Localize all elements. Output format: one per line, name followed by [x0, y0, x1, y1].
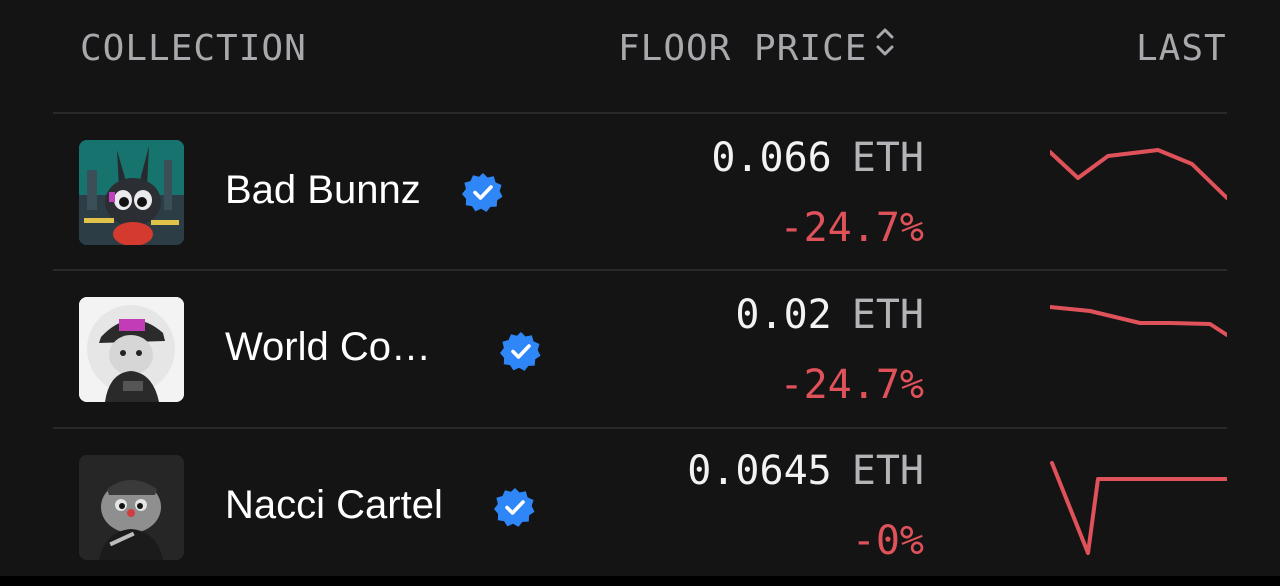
- floor-price-unit: ETH: [851, 292, 924, 338]
- verified-badge-icon: [500, 330, 542, 372]
- floor-price-column-header[interactable]: FLOOR PRICE: [618, 27, 895, 71]
- bottom-edge: [0, 576, 1280, 586]
- price-change: -24.7%: [779, 362, 925, 408]
- collection-avatar[interactable]: [79, 455, 184, 560]
- collection-avatar[interactable]: [79, 297, 184, 402]
- verified-badge-icon: [462, 171, 504, 213]
- price-change: -24.7%: [779, 205, 925, 251]
- sparkline-chart[interactable]: [1050, 447, 1227, 557]
- floor-price-value: 0.02: [735, 292, 832, 338]
- floor-price: 0.02 ETH: [735, 291, 924, 339]
- floor-price-value: 0.0645: [687, 448, 832, 494]
- table-header: COLLECTION FLOOR PRICE LAST: [0, 0, 1280, 112]
- collection-column-header[interactable]: COLLECTION: [80, 27, 307, 71]
- table-row[interactable]: World Co… 0.02 ETH -24.7%: [0, 271, 1280, 428]
- last-column-header[interactable]: LAST: [1136, 27, 1227, 71]
- table-row[interactable]: Nacci Cartel 0.0645 ETH -0%: [0, 429, 1280, 586]
- floor-price: 0.066 ETH: [711, 134, 924, 182]
- collection-name[interactable]: World Co…: [225, 323, 431, 371]
- floor-price-header-label: FLOOR PRICE: [618, 28, 868, 69]
- price-change: -0%: [851, 518, 924, 564]
- sparkline-chart[interactable]: [1050, 120, 1227, 230]
- collection-name[interactable]: Bad Bunnz: [225, 166, 421, 214]
- floor-price-unit: ETH: [851, 448, 924, 494]
- collection-avatar[interactable]: [79, 140, 184, 245]
- sort-icon[interactable]: [875, 25, 895, 70]
- sparkline-chart[interactable]: [1050, 277, 1227, 387]
- floor-price: 0.0645 ETH: [687, 447, 924, 495]
- floor-price-value: 0.066: [711, 135, 832, 181]
- collection-name[interactable]: Nacci Cartel: [225, 481, 443, 529]
- floor-price-unit: ETH: [851, 135, 924, 181]
- verified-badge-icon: [494, 486, 536, 528]
- table-row[interactable]: Bad Bunnz 0.066 ETH -24.7%: [0, 114, 1280, 271]
